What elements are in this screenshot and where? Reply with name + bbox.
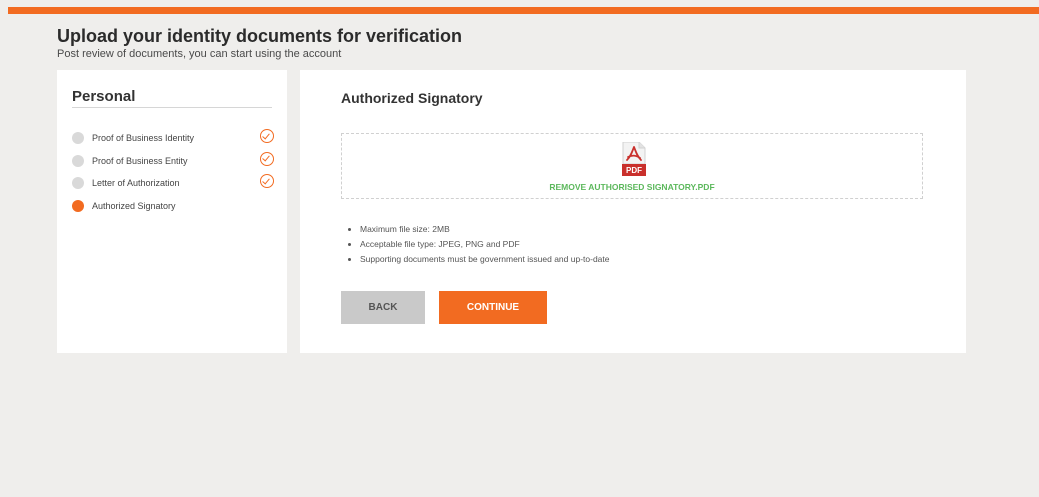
file-dropzone[interactable]: PDF REMOVE AUTHORISED SIGNATORY.PDF [341, 133, 923, 199]
step-proof-of-business-entity[interactable]: Proof of Business Entity [72, 150, 274, 173]
page-title: Upload your identity documents for verif… [57, 26, 463, 46]
step-letter-of-authorization[interactable]: Letter of Authorization [72, 172, 274, 195]
step-status-dot [72, 132, 84, 145]
step-authorized-signatory[interactable]: Authorized Signatory [72, 195, 274, 218]
rule-item: Supporting documents must be government … [360, 252, 609, 267]
top-accent-bar [8, 7, 1039, 14]
upload-rules-list: Maximum file size: 2MB Acceptable file t… [348, 222, 609, 267]
step-status-dot [72, 154, 84, 167]
rule-item: Maximum file size: 2MB [360, 222, 609, 237]
steps-section-title: Personal [72, 88, 272, 108]
step-proof-of-business-identity[interactable]: Proof of Business Identity [72, 127, 274, 150]
step-label: Authorized Signatory [92, 200, 176, 211]
step-label: Proof of Business Entity [92, 155, 188, 166]
steps-card: Personal Proof of Business Identity Proo… [57, 70, 287, 353]
rule-item: Acceptable file type: JPEG, PNG and PDF [360, 237, 609, 252]
pdf-file-icon: PDF [622, 142, 646, 176]
pdf-icon-text: PDF [626, 166, 642, 175]
check-circle-icon [260, 151, 274, 166]
check-circle-icon [260, 129, 274, 143]
step-status-dot [72, 177, 84, 190]
back-button[interactable]: BACK [341, 291, 425, 324]
check-circle-icon [260, 174, 274, 188]
upload-card: Authorized Signatory PDF REMOVE AUTHORIS… [300, 70, 966, 353]
step-label: Letter of Authorization [92, 178, 180, 189]
page-header: Upload your identity documents for verif… [57, 25, 462, 60]
continue-button[interactable]: CONTINUE [439, 291, 547, 324]
page-subtitle: Post review of documents, you can start … [57, 48, 342, 60]
upload-section-title: Authorized Signatory [341, 90, 483, 106]
remove-file-link[interactable]: REMOVE AUTHORISED SIGNATORY.PDF [342, 182, 922, 192]
step-label: Proof of Business Identity [92, 133, 195, 144]
steps-list: Proof of Business Identity Proof of Busi… [72, 127, 274, 217]
step-status-dot-active [72, 199, 84, 212]
